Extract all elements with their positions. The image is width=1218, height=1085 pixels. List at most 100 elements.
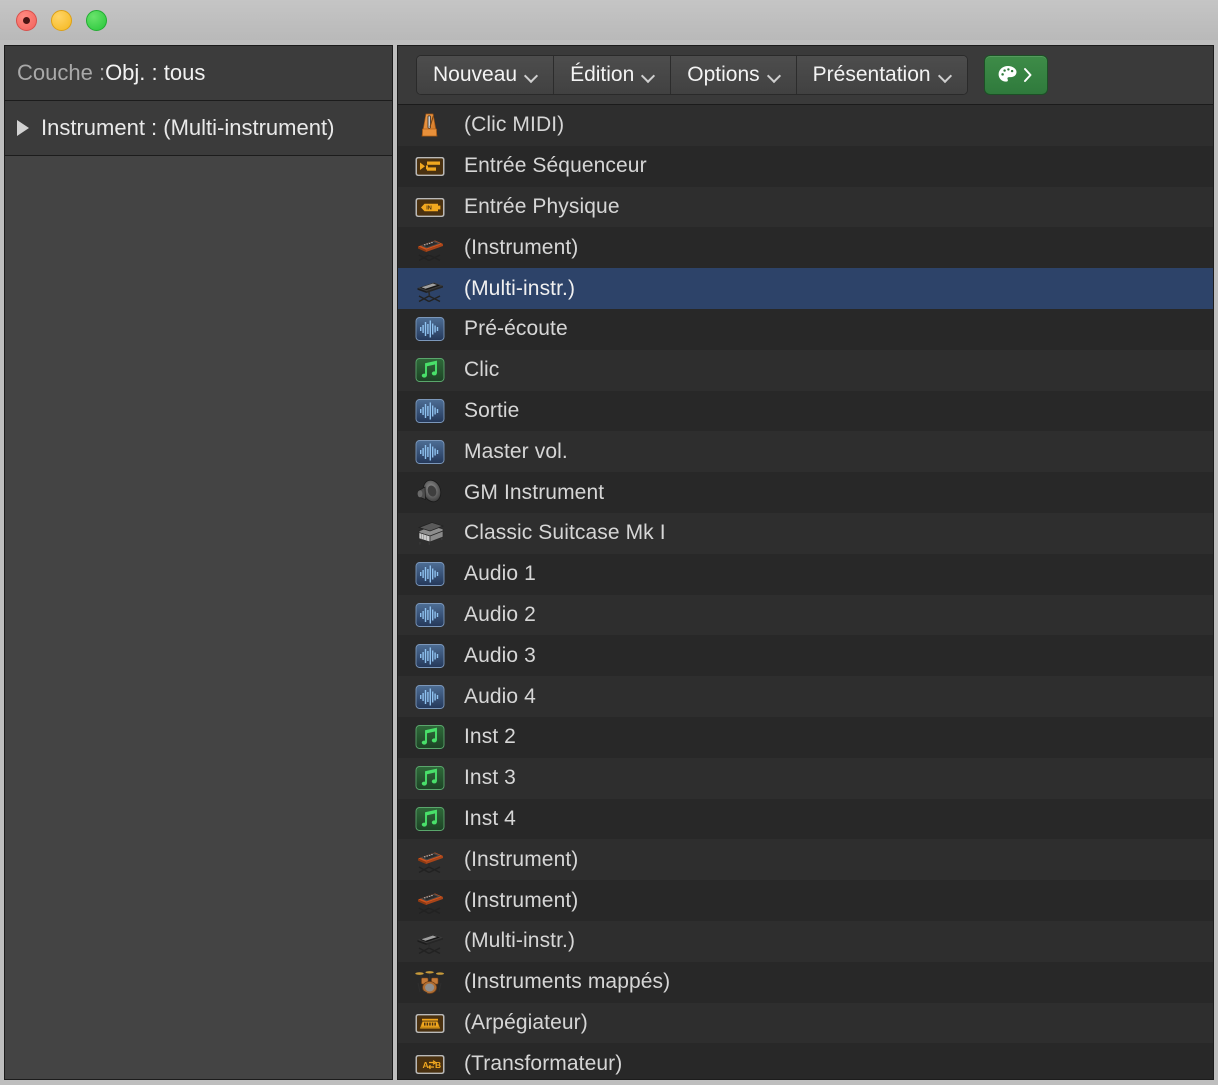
list-item-label: Master vol. <box>464 439 568 463</box>
svg-text:IN: IN <box>426 206 432 212</box>
keyboard-icon <box>410 233 450 263</box>
list-item-label: Audio 4 <box>464 684 536 708</box>
close-button[interactable] <box>16 9 37 31</box>
menu-edition-label: Édition <box>570 63 635 86</box>
list-item[interactable]: Audio 3 <box>398 635 1213 677</box>
list-item-label: (Arpégiateur) <box>464 1010 588 1034</box>
list-item-label: Inst 4 <box>464 806 516 830</box>
list-item-label: Inst 3 <box>464 766 516 790</box>
zoom-button[interactable] <box>86 9 107 31</box>
palette-button[interactable] <box>983 55 1048 95</box>
multi-keyboard-icon <box>410 274 450 304</box>
layer-header-prefix: Couche : <box>17 60 106 85</box>
title-bar <box>0 0 1218 41</box>
window-controls <box>16 9 107 31</box>
list-item[interactable]: (Clic MIDI) <box>398 105 1213 146</box>
list-item[interactable]: (Instrument) <box>398 880 1213 921</box>
list-item[interactable]: GM Instrument <box>398 472 1213 513</box>
list-item[interactable]: Audio 1 <box>398 553 1213 595</box>
environment-panel: Nouveau Édition Options Présentation (Cl… <box>397 45 1214 1080</box>
svg-text:A: A <box>423 1060 429 1070</box>
svg-text:B: B <box>435 1060 441 1070</box>
list-item-label: (Instrument) <box>464 847 579 871</box>
menu-edition[interactable]: Édition <box>554 56 672 94</box>
list-item-label: GM Instrument <box>464 480 605 504</box>
arpeggiator-icon <box>410 1008 450 1038</box>
drumkit-icon <box>410 967 450 997</box>
layer-empty-area[interactable] <box>5 156 392 1079</box>
list-item[interactable]: Inst 3 <box>398 757 1213 799</box>
instrument-tree-label: Instrument : (Multi-instrument) <box>41 115 335 140</box>
list-item-label: (Multi-instr.) <box>464 929 576 953</box>
chevron-right-icon <box>1024 68 1032 82</box>
menu-options-label: Options <box>687 63 760 86</box>
list-item-label: Sortie <box>464 398 520 422</box>
list-item[interactable]: Pré-écoute <box>398 308 1213 350</box>
menu-presentation[interactable]: Présentation <box>796 56 967 94</box>
layer-header[interactable]: Couche : Obj. : tous <box>5 46 392 101</box>
list-item[interactable]: (Instruments mappés) <box>398 961 1213 1003</box>
list-item-label: (Instrument) <box>464 235 579 259</box>
physical-in-icon: IN <box>410 192 450 222</box>
list-item[interactable]: Sortie <box>398 390 1213 432</box>
list-item[interactable]: (Multi-instr.) <box>398 268 1213 309</box>
list-item[interactable]: (Multi-instr.) <box>398 920 1213 962</box>
music-note-icon <box>410 722 450 752</box>
list-item-label: (Instrument) <box>464 888 579 912</box>
menu-options[interactable]: Options <box>671 56 797 94</box>
list-item[interactable]: Entrée Séquenceur <box>398 145 1213 187</box>
layer-header-value: Obj. : tous <box>105 60 206 85</box>
layer-panel: Couche : Obj. : tous Instrument : (Multi… <box>4 45 393 1080</box>
list-item-label: Audio 3 <box>464 643 536 667</box>
waveform-icon <box>410 314 450 344</box>
metronome-icon <box>410 110 450 140</box>
minimize-button[interactable] <box>51 9 72 31</box>
waveform-icon <box>410 437 450 467</box>
list-item-label: (Multi-instr.) <box>464 276 576 300</box>
window-body: Couche : Obj. : tous Instrument : (Multi… <box>0 40 1218 1085</box>
waveform-icon <box>410 682 450 712</box>
object-list[interactable]: (Clic MIDI) Entrée Séquenceur IN Entrée P… <box>398 105 1213 1079</box>
waveform-icon <box>410 559 450 589</box>
app-window: Couche : Obj. : tous Instrument : (Multi… <box>0 0 1218 1085</box>
multi-keyboard-icon <box>410 926 450 956</box>
list-item[interactable]: (Arpégiateur) <box>398 1002 1213 1044</box>
music-note-icon <box>410 763 450 793</box>
chevron-down-icon <box>526 70 537 81</box>
speaker-icon <box>410 478 450 508</box>
list-item-label: Audio 1 <box>464 562 536 586</box>
list-item-label: (Transformateur) <box>464 1051 623 1075</box>
list-item[interactable]: (Instrument) <box>398 839 1213 881</box>
sequencer-in-icon <box>410 151 450 181</box>
waveform-icon <box>410 641 450 671</box>
disclosure-triangle-icon[interactable] <box>17 120 29 136</box>
list-item[interactable]: Inst 4 <box>398 798 1213 840</box>
list-item[interactable]: Audio 4 <box>398 676 1213 717</box>
list-item-label: Classic Suitcase Mk I <box>464 521 666 545</box>
environment-toolbar: Nouveau Édition Options Présentation <box>398 46 1213 105</box>
list-item-label: Entrée Séquenceur <box>464 154 647 178</box>
list-item[interactable]: A B (Transformateur) <box>398 1043 1213 1079</box>
chevron-down-icon <box>940 70 951 81</box>
piano-icon <box>410 518 450 548</box>
list-item-label: (Instruments mappés) <box>464 970 671 994</box>
list-item-label: Inst 2 <box>464 725 516 749</box>
chevron-down-icon <box>769 70 780 81</box>
palette-icon <box>998 66 1017 82</box>
list-item[interactable]: Master vol. <box>398 431 1213 473</box>
list-item[interactable]: Clic <box>398 349 1213 391</box>
list-item-label: Pré-écoute <box>464 317 568 341</box>
list-item[interactable]: IN Entrée Physique <box>398 186 1213 228</box>
list-item[interactable]: (Instrument) <box>398 227 1213 269</box>
list-item-label: (Clic MIDI) <box>464 113 565 137</box>
list-item[interactable]: Classic Suitcase Mk I <box>398 512 1213 554</box>
list-item[interactable]: Audio 2 <box>398 594 1213 636</box>
list-item[interactable]: Inst 2 <box>398 716 1213 758</box>
keyboard-icon <box>410 886 450 916</box>
music-note-icon <box>410 804 450 834</box>
menu-nouveau-label: Nouveau <box>433 63 518 86</box>
waveform-icon <box>410 600 450 630</box>
instrument-tree-item[interactable]: Instrument : (Multi-instrument) <box>5 101 392 156</box>
menu-nouveau[interactable]: Nouveau <box>417 56 555 94</box>
list-item-label: Clic <box>464 358 500 382</box>
